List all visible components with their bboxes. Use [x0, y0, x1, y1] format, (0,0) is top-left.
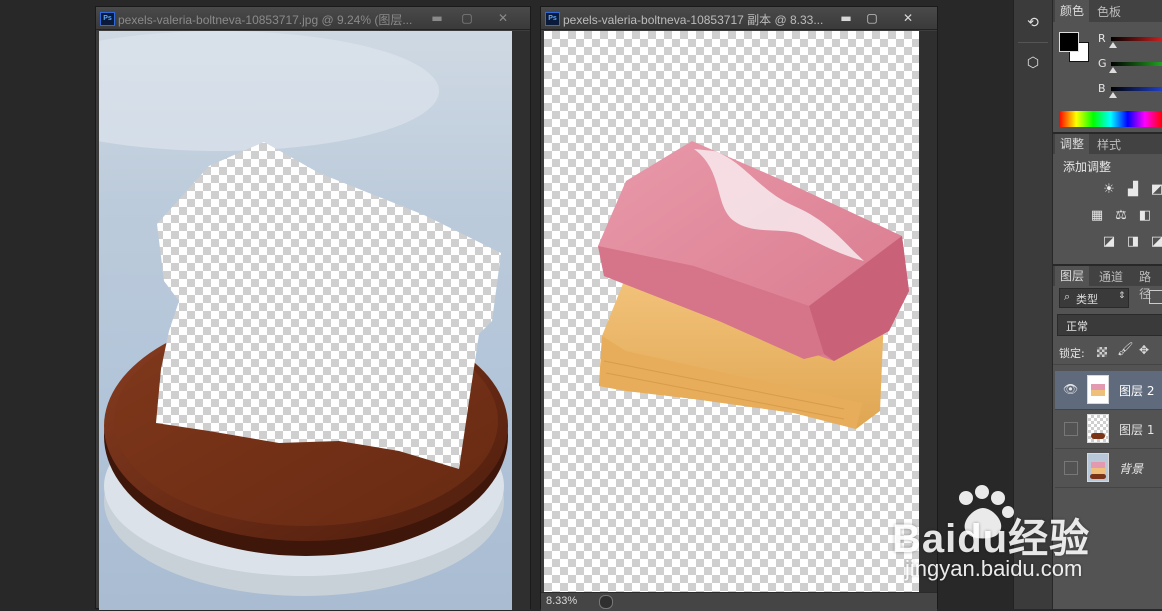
tab-adjustments[interactable]: 调整	[1055, 134, 1089, 154]
blend-mode-dropdown[interactable]: 正常	[1057, 314, 1162, 336]
blend-mode-label: 正常	[1066, 320, 1088, 333]
channel-g-label: G	[1098, 57, 1107, 70]
zoom-level[interactable]: 8.33%	[546, 595, 577, 607]
lock-move-icon[interactable]: ✥	[1139, 343, 1149, 357]
photoshop-icon: Ps	[100, 12, 115, 26]
status-menu-icon[interactable]	[599, 595, 613, 609]
3d-cube-icon[interactable]: ⬡	[1024, 52, 1042, 74]
visibility-toggle[interactable]	[1064, 422, 1078, 436]
layer-thumbnail	[1087, 453, 1109, 482]
layer-row-2[interactable]: 👁 图层 2	[1055, 371, 1162, 410]
color-spectrum[interactable]	[1059, 111, 1162, 127]
left-canvas[interactable]	[99, 31, 512, 610]
minimize-button[interactable]: ▬	[835, 10, 857, 26]
channel-b-label: B	[1098, 82, 1106, 95]
visibility-toggle[interactable]	[1064, 461, 1078, 475]
layer-name[interactable]: 图层 1	[1119, 421, 1154, 438]
slider-thumb-icon[interactable]	[1109, 42, 1117, 48]
brightness-icon[interactable]: ☀	[1101, 182, 1117, 198]
left-canvas-image	[99, 31, 508, 596]
right-window-title: pexels-valeria-boltneva-10853717 副本 @ 8.…	[563, 13, 824, 27]
channel-r-slider[interactable]	[1111, 37, 1162, 41]
right-window-titlebar[interactable]: Ps pexels-valeria-boltneva-10853717 副本 @…	[541, 7, 937, 30]
image-filter-icon[interactable]	[1149, 290, 1162, 304]
right-document-window[interactable]: Ps pexels-valeria-boltneva-10853717 副本 @…	[540, 6, 938, 611]
left-scrollbar[interactable]	[512, 31, 530, 610]
slider-thumb-icon[interactable]	[1109, 92, 1117, 98]
tab-layers[interactable]: 图层	[1055, 266, 1089, 286]
vibrance-icon[interactable]: ▦	[1089, 208, 1105, 224]
minimize-button[interactable]: ▬	[426, 10, 448, 26]
right-canvas-image	[598, 141, 909, 429]
adjustments-panel: 调整 样式 添加调整 ☀ ▟ ◩ ▦ ⚖ ◧ ◪ ◨ ◪	[1053, 134, 1162, 264]
color-panel: 颜色 色板 R G B	[1053, 0, 1162, 132]
layer-filter-label: 类型	[1076, 293, 1098, 306]
close-button[interactable]: ✕	[492, 10, 514, 26]
left-window-titlebar[interactable]: Ps pexels-valeria-boltneva-10853717.jpg …	[96, 7, 530, 30]
channel-b-slider[interactable]	[1111, 87, 1162, 91]
lock-transparent-icon[interactable]	[1097, 347, 1107, 357]
layer-filter-dropdown[interactable]: ⌕ 类型 ⇕	[1059, 288, 1129, 308]
right-canvas[interactable]	[544, 31, 919, 592]
layer-row-background[interactable]: 背景	[1055, 449, 1162, 488]
layer-name[interactable]: 图层 2	[1119, 382, 1154, 399]
layer-thumbnail	[1087, 375, 1109, 404]
tab-color[interactable]: 颜色	[1055, 0, 1089, 22]
tab-swatches[interactable]: 色板	[1097, 3, 1121, 20]
add-adjustment-label: 添加调整	[1063, 160, 1112, 174]
foreground-color-swatch[interactable]	[1059, 32, 1079, 52]
watermark-url: jingyan.baidu.com	[905, 556, 1083, 581]
close-button[interactable]: ✕	[897, 10, 919, 26]
color-balance-icon[interactable]: ⚖	[1113, 208, 1129, 224]
curves-icon[interactable]: ◩	[1149, 182, 1162, 198]
layer-row-1[interactable]: 图层 1	[1055, 410, 1162, 449]
left-window-title: pexels-valeria-boltneva-10853717.jpg @ 9…	[118, 13, 413, 27]
levels-icon[interactable]: ▟	[1125, 182, 1141, 198]
channel-g-slider[interactable]	[1111, 62, 1162, 66]
eye-icon[interactable]: 👁	[1063, 382, 1078, 396]
photoshop-icon: Ps	[545, 12, 560, 26]
history-icon[interactable]: ⟲	[1024, 12, 1042, 34]
selective-color-icon[interactable]: ◪	[1149, 234, 1162, 250]
right-statusbar: 8.33%	[541, 592, 937, 611]
black-white-icon[interactable]: ◧	[1137, 208, 1153, 224]
photo-filter-icon[interactable]: ◪	[1101, 234, 1117, 250]
tab-channels[interactable]: 通道	[1099, 268, 1123, 285]
layer-thumbnail	[1087, 414, 1109, 443]
lock-label: 锁定:	[1059, 347, 1085, 360]
lock-brush-icon[interactable]: 🖌	[1117, 342, 1134, 357]
layer-name[interactable]: 背景	[1119, 460, 1143, 477]
search-icon: ⌕	[1064, 290, 1071, 303]
slider-thumb-icon[interactable]	[1109, 67, 1117, 73]
maximize-button[interactable]: ▢	[861, 10, 883, 26]
gradient-map-icon[interactable]: ◨	[1125, 234, 1141, 250]
left-document-window[interactable]: Ps pexels-valeria-boltneva-10853717.jpg …	[95, 6, 531, 610]
chevron-down-icon: ⇕	[1118, 291, 1126, 301]
tab-styles[interactable]: 样式	[1097, 136, 1121, 153]
channel-r-label: R	[1098, 32, 1106, 45]
maximize-button[interactable]: ▢	[456, 10, 478, 26]
